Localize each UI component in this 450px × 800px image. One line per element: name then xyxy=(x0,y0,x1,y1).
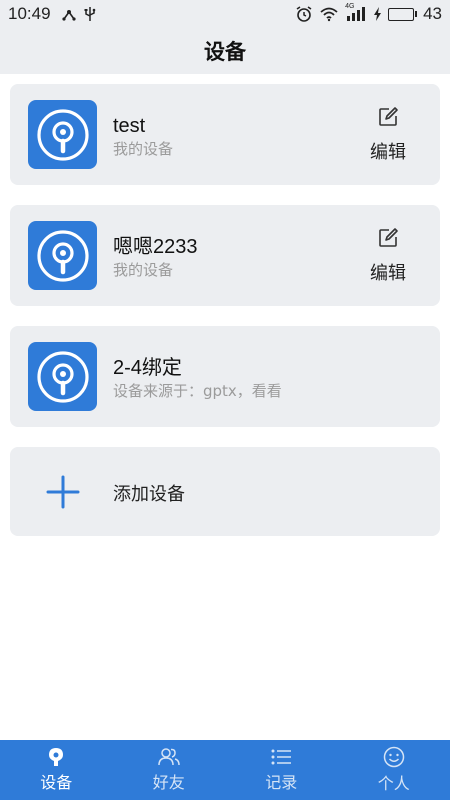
add-device-button[interactable]: 添加设备 xyxy=(10,447,440,536)
tab-label: 个人 xyxy=(377,774,410,793)
device-icon xyxy=(28,342,97,411)
network-type-label: 4G xyxy=(345,3,355,10)
edit-label: 编辑 xyxy=(370,142,406,163)
device-name: 嗯嗯2233 xyxy=(113,236,198,258)
wifi-icon xyxy=(319,6,339,22)
add-device-label: 添加设备 xyxy=(113,484,185,505)
tab-friends[interactable]: 好友 xyxy=(113,740,226,800)
signal-icon: 4G xyxy=(345,3,367,22)
edit-icon xyxy=(377,106,399,132)
bottom-tab-bar: 设备 好友 记录 个人 xyxy=(0,740,450,800)
page-title: 设备 xyxy=(204,40,246,64)
device-subtitle: 设备来源于：gptx，看看 xyxy=(113,382,282,400)
tab-profile[interactable]: 个人 xyxy=(338,740,450,800)
app-header: 设备 xyxy=(0,28,450,74)
device-list: test 我的设备 编辑 嗯嗯2233 我的设备 编辑 2-4绑定 设备来源于：… xyxy=(10,84,440,536)
list-icon xyxy=(270,747,292,767)
battery-icon xyxy=(388,7,418,21)
battery-percent: 43 xyxy=(423,4,442,23)
tab-label: 好友 xyxy=(152,773,185,792)
device-name: 2-4绑定 xyxy=(113,357,182,379)
tab-records[interactable]: 记录 xyxy=(225,740,338,800)
tab-label: 设备 xyxy=(40,773,73,792)
usb-tether-icon xyxy=(61,6,77,22)
smiley-icon xyxy=(383,746,405,768)
edit-icon xyxy=(377,227,399,253)
location-pin-icon xyxy=(47,747,65,767)
device-subtitle: 我的设备 xyxy=(113,261,174,279)
usb-icon xyxy=(83,6,97,22)
plus-icon xyxy=(46,475,80,509)
edit-device-button[interactable]: 编辑 xyxy=(366,227,410,285)
edit-device-button[interactable]: 编辑 xyxy=(366,106,410,164)
device-name: test xyxy=(113,115,146,137)
device-subtitle: 我的设备 xyxy=(113,140,174,158)
device-icon xyxy=(28,221,97,290)
device-card[interactable]: 2-4绑定 设备来源于：gptx，看看 xyxy=(10,326,440,427)
edit-label: 编辑 xyxy=(370,263,406,284)
device-card[interactable]: 嗯嗯2233 我的设备 编辑 xyxy=(10,205,440,306)
charging-icon xyxy=(373,7,382,21)
friends-icon xyxy=(157,747,181,767)
device-icon xyxy=(28,100,97,169)
tab-label: 记录 xyxy=(265,773,298,792)
tab-devices[interactable]: 设备 xyxy=(0,740,113,800)
status-time: 10:49 xyxy=(8,4,51,23)
status-bar: 10:49 4G 43 xyxy=(0,0,450,28)
alarm-icon xyxy=(295,5,313,23)
device-card[interactable]: test 我的设备 编辑 xyxy=(10,84,440,185)
